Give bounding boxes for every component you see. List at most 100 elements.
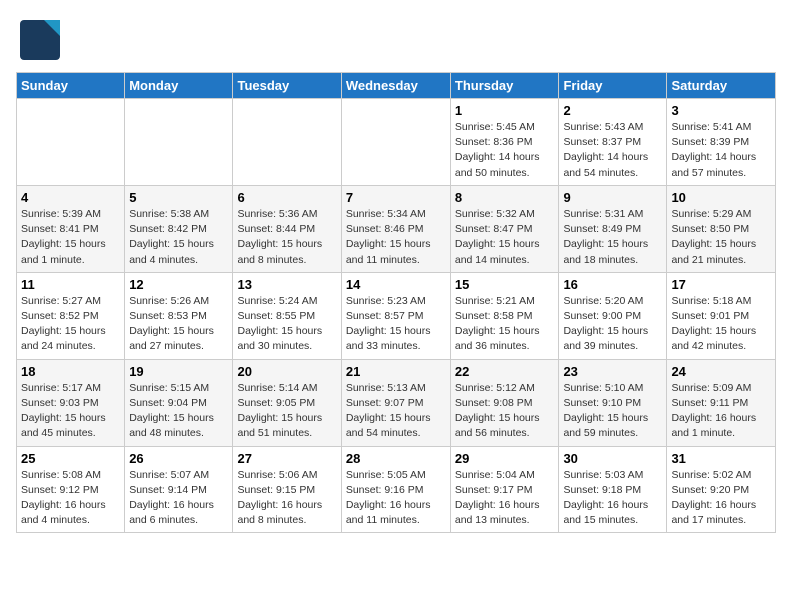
- day-info: Sunrise: 5:21 AMSunset: 8:58 PMDaylight:…: [455, 294, 555, 355]
- calendar-cell: 21 Sunrise: 5:13 AMSunset: 9:07 PMDayligh…: [341, 359, 450, 446]
- calendar-cell: 7 Sunrise: 5:34 AMSunset: 8:46 PMDaylight…: [341, 185, 450, 272]
- day-info: Sunrise: 5:27 AMSunset: 8:52 PMDaylight:…: [21, 294, 120, 355]
- calendar-cell: 12 Sunrise: 5:26 AMSunset: 8:53 PMDayligh…: [125, 272, 233, 359]
- day-number: 24: [671, 364, 771, 379]
- day-number: 23: [563, 364, 662, 379]
- header-saturday: Saturday: [667, 73, 776, 99]
- calendar-cell: 31 Sunrise: 5:02 AMSunset: 9:20 PMDayligh…: [667, 446, 776, 533]
- calendar-cell: 27 Sunrise: 5:06 AMSunset: 9:15 PMDayligh…: [233, 446, 341, 533]
- day-number: 27: [237, 451, 336, 466]
- calendar-cell: [341, 99, 450, 186]
- calendar-cell: 16 Sunrise: 5:20 AMSunset: 9:00 PMDayligh…: [559, 272, 667, 359]
- calendar-week-4: 18Sunrise: 5:17 AMSunset: 9:03 PMDayligh…: [17, 359, 776, 446]
- calendar-cell: 15 Sunrise: 5:21 AMSunset: 8:58 PMDayligh…: [450, 272, 559, 359]
- day-info: Sunrise: 5:08 AMSunset: 9:12 PMDaylight:…: [21, 468, 120, 529]
- calendar-cell: 23 Sunrise: 5:10 AMSunset: 9:10 PMDayligh…: [559, 359, 667, 446]
- day-number: 1: [455, 103, 555, 118]
- logo: [16, 16, 64, 64]
- calendar-cell: [233, 99, 341, 186]
- day-number: 14: [346, 277, 446, 292]
- header-friday: Friday: [559, 73, 667, 99]
- header-thursday: Thursday: [450, 73, 559, 99]
- day-info: Sunrise: 5:13 AMSunset: 9:07 PMDaylight:…: [346, 381, 446, 442]
- day-info: Sunrise: 5:41 AMSunset: 8:39 PMDaylight:…: [671, 120, 771, 181]
- calendar-cell: 4 Sunrise: 5:39 AMSunset: 8:41 PMDaylight…: [17, 185, 125, 272]
- day-info: Sunrise: 5:36 AMSunset: 8:44 PMDaylight:…: [237, 207, 336, 268]
- calendar-cell: 20Sunrise: 5:14 AMSunset: 9:05 PMDayligh…: [233, 359, 341, 446]
- day-number: 12: [129, 277, 228, 292]
- day-number: 20: [237, 364, 336, 379]
- calendar-cell: 28 Sunrise: 5:05 AMSunset: 9:16 PMDayligh…: [341, 446, 450, 533]
- calendar-cell: 18Sunrise: 5:17 AMSunset: 9:03 PMDayligh…: [17, 359, 125, 446]
- calendar-cell: 26Sunrise: 5:07 AMSunset: 9:14 PMDayligh…: [125, 446, 233, 533]
- day-number: 21: [346, 364, 446, 379]
- day-info: Sunrise: 5:02 AMSunset: 9:20 PMDaylight:…: [671, 468, 771, 529]
- day-info: Sunrise: 5:06 AMSunset: 9:15 PMDaylight:…: [237, 468, 336, 529]
- day-info: Sunrise: 5:20 AMSunset: 9:00 PMDaylight:…: [563, 294, 662, 355]
- day-number: 16: [563, 277, 662, 292]
- day-info: Sunrise: 5:23 AMSunset: 8:57 PMDaylight:…: [346, 294, 446, 355]
- day-number: 15: [455, 277, 555, 292]
- day-number: 22: [455, 364, 555, 379]
- calendar-cell: 25 Sunrise: 5:08 AMSunset: 9:12 PMDayligh…: [17, 446, 125, 533]
- day-number: 9: [563, 190, 662, 205]
- calendar-cell: 19Sunrise: 5:15 AMSunset: 9:04 PMDayligh…: [125, 359, 233, 446]
- calendar-cell: 13Sunrise: 5:24 AMSunset: 8:55 PMDayligh…: [233, 272, 341, 359]
- day-number: 17: [671, 277, 771, 292]
- header-wednesday: Wednesday: [341, 73, 450, 99]
- calendar-cell: 17Sunrise: 5:18 AMSunset: 9:01 PMDayligh…: [667, 272, 776, 359]
- day-number: 4: [21, 190, 120, 205]
- logo-icon: [16, 16, 64, 64]
- header-tuesday: Tuesday: [233, 73, 341, 99]
- calendar-table: SundayMondayTuesdayWednesdayThursdayFrid…: [16, 72, 776, 533]
- calendar-cell: 24 Sunrise: 5:09 AMSunset: 9:11 PMDayligh…: [667, 359, 776, 446]
- day-info: Sunrise: 5:10 AMSunset: 9:10 PMDaylight:…: [563, 381, 662, 442]
- day-info: Sunrise: 5:43 AMSunset: 8:37 PMDaylight:…: [563, 120, 662, 181]
- calendar-cell: 5 Sunrise: 5:38 AMSunset: 8:42 PMDaylight…: [125, 185, 233, 272]
- header-sunday: Sunday: [17, 73, 125, 99]
- calendar-cell: 11 Sunrise: 5:27 AMSunset: 8:52 PMDayligh…: [17, 272, 125, 359]
- calendar-cell: [17, 99, 125, 186]
- calendar-week-5: 25 Sunrise: 5:08 AMSunset: 9:12 PMDayligh…: [17, 446, 776, 533]
- calendar-cell: 29 Sunrise: 5:04 AMSunset: 9:17 PMDayligh…: [450, 446, 559, 533]
- day-number: 28: [346, 451, 446, 466]
- day-info: Sunrise: 5:38 AMSunset: 8:42 PMDaylight:…: [129, 207, 228, 268]
- day-number: 13: [237, 277, 336, 292]
- day-number: 3: [671, 103, 771, 118]
- header-monday: Monday: [125, 73, 233, 99]
- day-info: Sunrise: 5:34 AMSunset: 8:46 PMDaylight:…: [346, 207, 446, 268]
- day-number: 19: [129, 364, 228, 379]
- calendar-cell: 1Sunrise: 5:45 AMSunset: 8:36 PMDaylight…: [450, 99, 559, 186]
- day-info: Sunrise: 5:04 AMSunset: 9:17 PMDaylight:…: [455, 468, 555, 529]
- calendar-cell: 6Sunrise: 5:36 AMSunset: 8:44 PMDaylight…: [233, 185, 341, 272]
- day-number: 10: [671, 190, 771, 205]
- day-number: 25: [21, 451, 120, 466]
- calendar-cell: 14 Sunrise: 5:23 AMSunset: 8:57 PMDayligh…: [341, 272, 450, 359]
- day-number: 30: [563, 451, 662, 466]
- calendar-week-3: 11 Sunrise: 5:27 AMSunset: 8:52 PMDayligh…: [17, 272, 776, 359]
- calendar-cell: 3 Sunrise: 5:41 AMSunset: 8:39 PMDaylight…: [667, 99, 776, 186]
- page-header: [16, 16, 776, 64]
- day-number: 8: [455, 190, 555, 205]
- calendar-cell: 30Sunrise: 5:03 AMSunset: 9:18 PMDayligh…: [559, 446, 667, 533]
- day-number: 11: [21, 277, 120, 292]
- day-number: 31: [671, 451, 771, 466]
- calendar-cell: 22 Sunrise: 5:12 AMSunset: 9:08 PMDayligh…: [450, 359, 559, 446]
- day-info: Sunrise: 5:31 AMSunset: 8:49 PMDaylight:…: [563, 207, 662, 268]
- day-number: 26: [129, 451, 228, 466]
- day-number: 5: [129, 190, 228, 205]
- calendar-header-row: SundayMondayTuesdayWednesdayThursdayFrid…: [17, 73, 776, 99]
- day-info: Sunrise: 5:26 AMSunset: 8:53 PMDaylight:…: [129, 294, 228, 355]
- day-info: Sunrise: 5:29 AMSunset: 8:50 PMDaylight:…: [671, 207, 771, 268]
- day-info: Sunrise: 5:05 AMSunset: 9:16 PMDaylight:…: [346, 468, 446, 529]
- day-info: Sunrise: 5:12 AMSunset: 9:08 PMDaylight:…: [455, 381, 555, 442]
- day-info: Sunrise: 5:32 AMSunset: 8:47 PMDaylight:…: [455, 207, 555, 268]
- day-number: 7: [346, 190, 446, 205]
- calendar-week-1: 1Sunrise: 5:45 AMSunset: 8:36 PMDaylight…: [17, 99, 776, 186]
- calendar-cell: [125, 99, 233, 186]
- calendar-cell: 8 Sunrise: 5:32 AMSunset: 8:47 PMDaylight…: [450, 185, 559, 272]
- day-info: Sunrise: 5:09 AMSunset: 9:11 PMDaylight:…: [671, 381, 771, 442]
- day-number: 29: [455, 451, 555, 466]
- day-info: Sunrise: 5:39 AMSunset: 8:41 PMDaylight:…: [21, 207, 120, 268]
- calendar-cell: 9 Sunrise: 5:31 AMSunset: 8:49 PMDaylight…: [559, 185, 667, 272]
